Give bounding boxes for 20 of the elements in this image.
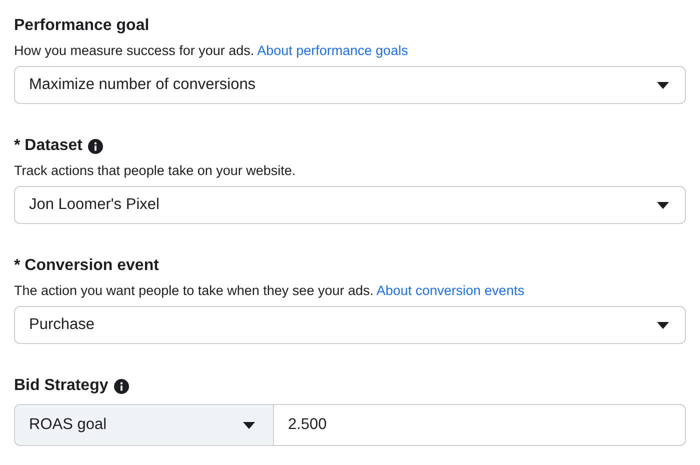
caret-icon [657, 322, 669, 328]
field-description: Track actions that people take on your website. [14, 162, 297, 180]
dropdown[interactable]: Maximize number of conversions [14, 66, 686, 104]
field-label: * Conversion event [14, 257, 159, 275]
field-description: How you measure success for your ads. About performance goals [14, 42, 409, 60]
field-label: Performance goal [14, 17, 150, 35]
caret-icon [243, 422, 255, 428]
field-label: * Dataset [14, 137, 82, 155]
info-icon[interactable] [114, 378, 130, 394]
field-label: Bid Strategy [14, 377, 108, 395]
caret-icon [657, 82, 669, 88]
caret-icon [657, 202, 669, 208]
input-field[interactable]: 2.500 [274, 404, 686, 446]
help-link[interactable]: About conversion events [376, 283, 524, 298]
info-icon[interactable] [88, 138, 104, 154]
dropdown[interactable]: Purchase [14, 306, 686, 344]
help-link[interactable]: About performance goals [257, 43, 408, 58]
dropdown[interactable]: ROAS goal [14, 404, 274, 446]
field-description: The action you want people to take when they see your ads. About conversion events [14, 282, 526, 300]
dropdown[interactable]: Jon Loomer's Pixel [14, 186, 686, 224]
